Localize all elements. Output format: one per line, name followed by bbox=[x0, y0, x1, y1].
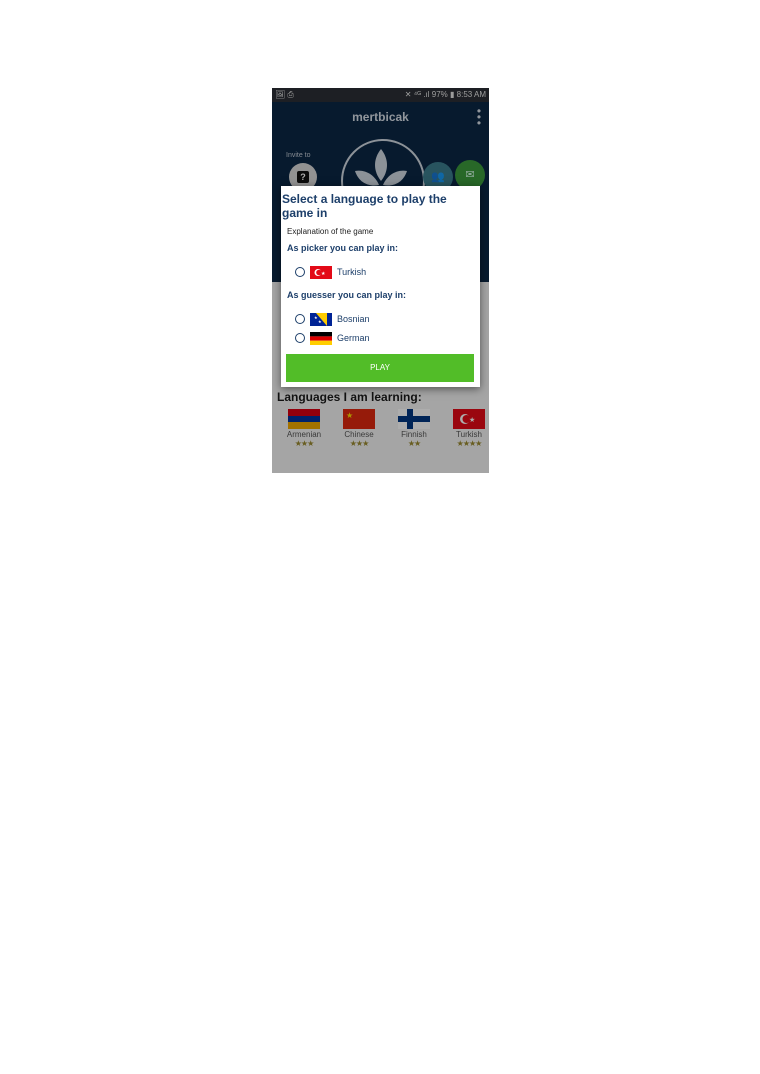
svg-text:★: ★ bbox=[318, 319, 322, 324]
option-label: Bosnian bbox=[337, 314, 370, 324]
radio-button[interactable] bbox=[295, 333, 305, 343]
explanation-link[interactable]: Explanation of the game bbox=[287, 227, 373, 236]
dialog-title: Select a language to play the game in bbox=[282, 192, 447, 220]
guesser-option-bosnian[interactable]: ★ ★ Bosnian bbox=[295, 313, 465, 327]
radio-button[interactable] bbox=[295, 267, 305, 277]
radio-button[interactable] bbox=[295, 314, 305, 324]
germany-flag-icon bbox=[310, 332, 332, 345]
guesser-section-label: As guesser you can play in: bbox=[287, 290, 407, 300]
picker-option-turkish[interactable]: ★ Turkish bbox=[295, 266, 465, 280]
language-select-dialog: Select a language to play the game in Ex… bbox=[281, 186, 480, 387]
option-label: German bbox=[337, 333, 370, 343]
picker-section-label: As picker you can play in: bbox=[287, 243, 399, 253]
phone-screen: 🖼 ⎙ ✕ ⁴ᴳ .ıl 97% ▮ 8:53 AM mertbicak • • •… bbox=[272, 88, 489, 473]
option-label: Turkish bbox=[337, 267, 367, 277]
guesser-option-german[interactable]: German bbox=[295, 332, 465, 346]
bosnia-flag-icon: ★ ★ bbox=[310, 313, 332, 326]
play-button[interactable]: PLAY bbox=[286, 354, 474, 382]
turkey-flag-icon: ★ bbox=[310, 266, 332, 279]
svg-text:★: ★ bbox=[321, 271, 326, 277]
